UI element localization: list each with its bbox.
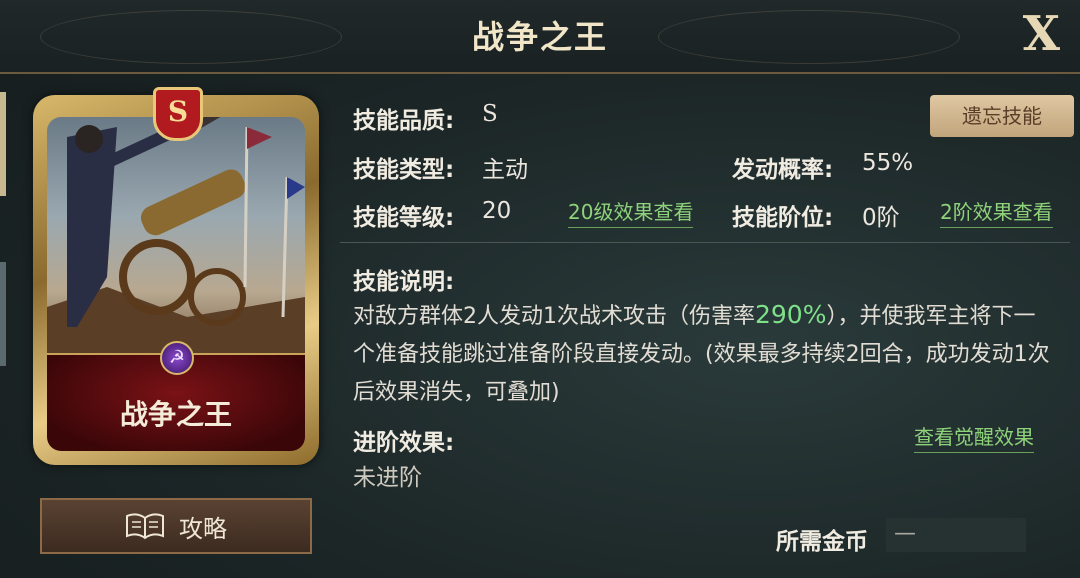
- description-label: 技能说明:: [353, 269, 455, 295]
- book-icon: [126, 513, 164, 540]
- header-bar: 战争之王 X: [0, 0, 1080, 74]
- advance-value: 未进阶: [353, 465, 422, 491]
- artwork-illustration: [47, 117, 305, 367]
- card-skill-name: 战争之王: [119, 398, 232, 431]
- level-value: 20: [482, 198, 512, 224]
- advance-label: 进阶效果:: [353, 430, 455, 456]
- type-label: 技能类型:: [353, 157, 455, 183]
- description-text-before: 对敌方群体2人发动1次战术攻击（伤害率: [353, 304, 755, 329]
- page-title: 战争之王: [471, 18, 608, 56]
- rank-label: 技能阶位:: [732, 205, 834, 231]
- skill-description: 对敌方群体2人发动1次战术攻击（伤害率290%），并使我军主将下一个准备技能跳过…: [353, 296, 1053, 412]
- rank-effect-link[interactable]: 2阶效果查看: [940, 196, 1053, 228]
- guide-button[interactable]: 攻略: [40, 498, 312, 554]
- damage-rate-highlight: 290%: [755, 300, 827, 329]
- gold-cost-label: 所需金币: [776, 529, 868, 555]
- rank-value: 0阶: [862, 205, 900, 231]
- close-icon[interactable]: X: [1023, 6, 1060, 62]
- level-effect-link[interactable]: 20级效果查看: [568, 196, 694, 228]
- quality-label: 技能品质:: [353, 108, 455, 134]
- quality-value: S: [482, 101, 498, 127]
- rate-label: 发动概率:: [732, 157, 834, 183]
- awaken-effect-link[interactable]: 查看觉醒效果: [914, 421, 1034, 453]
- type-value: 主动: [482, 157, 528, 183]
- skill-card: 战争之王 S ☭: [33, 87, 319, 465]
- grade-badge: S: [153, 87, 203, 141]
- guide-button-label: 攻略: [179, 514, 227, 543]
- rate-value: 55%: [862, 150, 914, 176]
- divider: [340, 242, 1070, 243]
- forget-skill-button[interactable]: 遗忘技能: [930, 95, 1074, 137]
- crossed-hammer-icon: ☭: [160, 341, 194, 375]
- side-tab[interactable]: [0, 262, 6, 366]
- level-label: 技能等级:: [353, 205, 455, 231]
- skill-artwork: [47, 117, 305, 367]
- side-tab-active[interactable]: [0, 92, 6, 196]
- gold-cost-value: —: [886, 518, 1026, 552]
